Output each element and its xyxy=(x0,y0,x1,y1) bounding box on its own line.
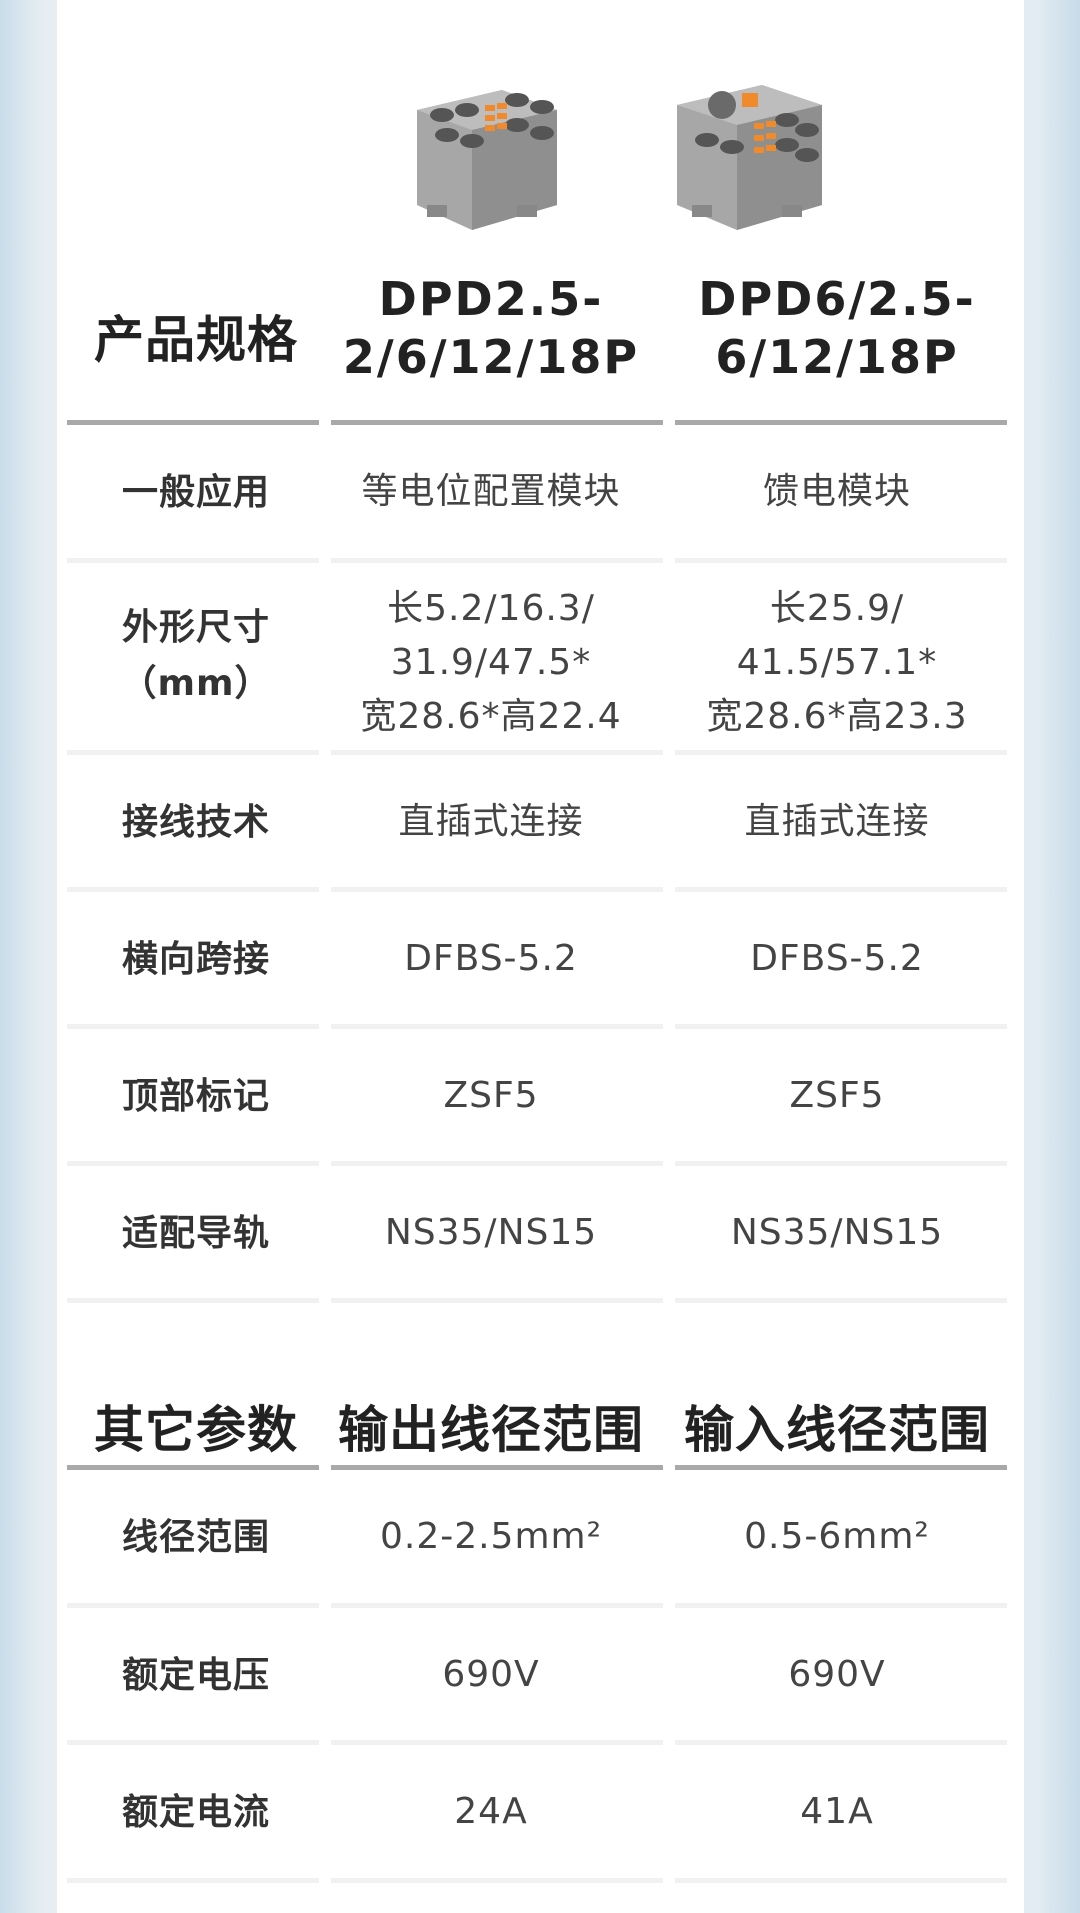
cell-dimensions-b: 长25.9/ 41.5/57.1* 宽28.6*高23.3 xyxy=(671,582,1003,744)
divider xyxy=(67,1161,319,1166)
divider xyxy=(675,1603,1007,1608)
divider xyxy=(331,420,663,425)
divider xyxy=(675,750,1007,755)
terminal-block-dpd2.5-icon xyxy=(417,90,557,230)
row-label-bridging: 横向跨接 xyxy=(121,939,270,980)
row-label-dimensions-line2: （mm） xyxy=(120,663,272,704)
cell-dimensions-a: 长5.2/16.3/ 31.9/47.5* 宽28.6*高22.4 xyxy=(325,582,657,744)
divider xyxy=(331,1161,663,1166)
row-label-dimensions: 外形尺寸 （mm） xyxy=(67,600,325,712)
divider xyxy=(67,1298,319,1303)
divider xyxy=(67,1878,319,1883)
other-header-input: 输入线径范围 xyxy=(684,1401,990,1459)
cell-dimensions-b-line2: 41.5/57.1* xyxy=(736,642,938,683)
cell-dimensions-b-line1: 长25.9/ xyxy=(769,588,905,629)
spec-header-label: 产品规格 xyxy=(94,311,298,369)
other-header-label: 其它参数 xyxy=(94,1401,298,1459)
model-dpd6-line1: DPD6/2.5- xyxy=(698,272,976,326)
cell-application-a: 等电位配置模块 xyxy=(361,471,621,512)
divider xyxy=(675,1024,1007,1029)
row-label-dimensions-line1: 外形尺寸 xyxy=(121,607,270,648)
divider xyxy=(67,558,319,563)
cell-dimensions-a-line1: 长5.2/16.3/ xyxy=(387,588,595,629)
row-label-application: 一般应用 xyxy=(121,472,270,513)
model-dpd6-line2: 6/12/18P xyxy=(715,330,959,384)
divider xyxy=(675,887,1007,892)
divider xyxy=(67,750,319,755)
row-label-marking: 顶部标记 xyxy=(121,1076,270,1117)
cell-bridging-a: DFBS-5.2 xyxy=(404,938,578,979)
divider xyxy=(67,1603,319,1608)
other-header-output: 输出线径范围 xyxy=(338,1401,644,1459)
cell-rail-a: NS35/NS15 xyxy=(384,1212,598,1253)
divider xyxy=(675,1298,1007,1303)
cell-bridging-b: DFBS-5.2 xyxy=(750,938,924,979)
cell-dimensions-b-line3: 宽28.6*高23.3 xyxy=(706,696,968,737)
divider xyxy=(331,558,663,563)
divider xyxy=(675,420,1007,425)
model-dpd2.5-line2: 2/6/12/18P xyxy=(342,330,640,384)
model-dpd2.5-line1: DPD2.5- xyxy=(378,272,604,326)
row-label-wire-range: 线径范围 xyxy=(121,1517,270,1558)
divider xyxy=(67,887,319,892)
cell-marking-b: ZSF5 xyxy=(789,1075,885,1116)
cell-dimensions-a-line3: 宽28.6*高22.4 xyxy=(360,696,622,737)
cell-dimensions-a-line2: 31.9/47.5* xyxy=(390,642,592,683)
divider xyxy=(331,1024,663,1029)
divider xyxy=(331,750,663,755)
divider xyxy=(331,1465,663,1470)
cell-voltage-a: 690V xyxy=(442,1654,540,1695)
divider xyxy=(331,1740,663,1745)
row-label-current: 额定电流 xyxy=(121,1792,270,1833)
divider xyxy=(675,1878,1007,1883)
divider xyxy=(331,1878,663,1883)
divider xyxy=(675,1465,1007,1470)
cell-current-a: 24A xyxy=(454,1791,528,1832)
cell-rail-b: NS35/NS15 xyxy=(730,1212,944,1253)
divider xyxy=(331,1603,663,1608)
terminal-block-dpd6-icon xyxy=(677,85,822,230)
model-dpd6: DPD6/2.5- 6/12/18P xyxy=(671,270,1003,386)
divider xyxy=(675,558,1007,563)
cell-wire-range-a: 0.2-2.5mm² xyxy=(379,1516,603,1557)
row-label-wiring: 接线技术 xyxy=(121,802,270,843)
model-dpd2.5: DPD2.5- 2/6/12/18P xyxy=(325,270,657,386)
cell-wire-range-b: 0.5-6mm² xyxy=(744,1516,930,1557)
cell-wiring-a: 直插式连接 xyxy=(398,801,584,842)
cell-wiring-b: 直插式连接 xyxy=(744,801,930,842)
row-label-rail: 适配导轨 xyxy=(121,1213,270,1254)
divider xyxy=(331,887,663,892)
divider xyxy=(331,1298,663,1303)
cell-current-b: 41A xyxy=(800,1791,874,1832)
divider xyxy=(67,1740,319,1745)
cell-application-b: 馈电模块 xyxy=(762,471,911,512)
cell-marking-a: ZSF5 xyxy=(443,1075,539,1116)
divider xyxy=(675,1740,1007,1745)
cell-voltage-b: 690V xyxy=(788,1654,886,1695)
divider xyxy=(67,420,319,425)
content-panel: 产品规格 DPD2.5- 2/6/12/18P DPD6/2.5- 6/12/1… xyxy=(57,0,1024,1913)
divider xyxy=(67,1024,319,1029)
divider xyxy=(675,1161,1007,1166)
divider xyxy=(67,1465,319,1470)
row-label-voltage: 额定电压 xyxy=(121,1655,270,1696)
